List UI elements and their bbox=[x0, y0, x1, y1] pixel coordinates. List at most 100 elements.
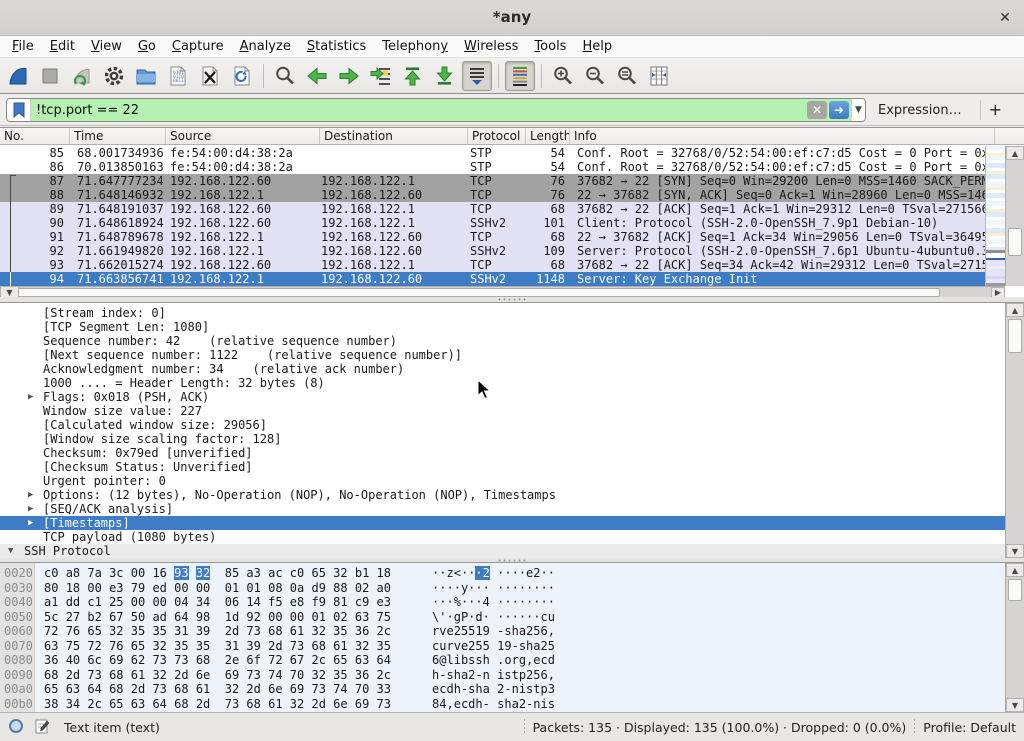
menu-item-capture[interactable]: Capture bbox=[164, 37, 232, 56]
column-header-source[interactable]: Source bbox=[166, 128, 320, 144]
filter-apply-icon[interactable]: ➜ bbox=[829, 101, 849, 119]
expand-icon[interactable]: ▶ bbox=[28, 502, 33, 516]
hex-row[interactable]: 0020c0 a8 7a 3c 00 16 93 32 85 a3 ac c0 … bbox=[0, 566, 1024, 581]
packet-row[interactable]: 9271.661949820192.168.122.1192.168.122.6… bbox=[0, 244, 1005, 258]
find-packet-icon[interactable] bbox=[270, 61, 300, 91]
hex-bytes[interactable]: 5c 27 b2 67 50 ad 64 98 1d 92 00 00 01 0… bbox=[44, 610, 391, 625]
filter-bookmark-icon[interactable] bbox=[7, 99, 31, 121]
expand-icon[interactable]: ▶ bbox=[28, 390, 33, 404]
menu-item-analyze[interactable]: Analyze bbox=[232, 37, 299, 56]
auto-scroll-icon[interactable] bbox=[462, 61, 492, 91]
packet-row[interactable]: 8568.001734936fe:54:00:d4:38:2aSTP54Conf… bbox=[0, 146, 1005, 160]
detail-line[interactable]: [Calculated window size: 29056] bbox=[0, 418, 1024, 432]
detail-line[interactable]: [Window size scaling factor: 128] bbox=[0, 432, 1024, 446]
expand-icon[interactable]: ▶ bbox=[28, 488, 33, 502]
scroll-up-icon[interactable]: ▲ bbox=[1006, 563, 1024, 577]
column-header-destination[interactable]: Destination bbox=[320, 128, 468, 144]
hex-vscrollbar[interactable]: ▲ ▼ bbox=[1005, 563, 1024, 712]
menu-item-tools[interactable]: Tools bbox=[526, 37, 574, 56]
go-last-icon[interactable] bbox=[430, 61, 460, 91]
scroll-down-icon[interactable]: ▼ bbox=[1006, 544, 1024, 558]
close-file-icon[interactable] bbox=[195, 61, 225, 91]
expand-icon[interactable]: ▶ bbox=[28, 516, 33, 530]
detail-line[interactable]: Acknowledgment number: 34 (relative ack … bbox=[0, 362, 1024, 376]
display-filter-input[interactable]: !tcp.port == 22 ✕ ➜ ▼ bbox=[6, 98, 866, 122]
menu-item-edit[interactable]: Edit bbox=[42, 37, 83, 56]
detail-line[interactable]: Urgent pointer: 0 bbox=[0, 474, 1024, 488]
hex-row[interactable]: 009068 2d 73 68 61 32 2d 6e 69 73 74 70 … bbox=[0, 668, 1024, 683]
detail-line[interactable]: ▼SSH Protocol bbox=[0, 544, 1024, 558]
hex-bytes[interactable]: 38 34 2c 65 63 64 68 2d 73 68 61 32 2d 6… bbox=[44, 697, 391, 712]
hex-ascii[interactable]: \'·gP·d· ······cu bbox=[432, 610, 555, 625]
go-to-packet-icon[interactable] bbox=[366, 61, 396, 91]
menu-item-file[interactable]: File bbox=[4, 37, 42, 56]
menu-item-go[interactable]: Go bbox=[130, 37, 164, 56]
close-icon[interactable]: ✕ bbox=[994, 7, 1016, 29]
status-profile[interactable]: Profile: Default bbox=[923, 720, 1016, 735]
expression-button[interactable]: Expression… bbox=[878, 103, 962, 118]
hex-row[interactable]: 0040a1 dd c1 25 00 00 04 34 06 14 f5 e8 … bbox=[0, 595, 1024, 610]
hex-row[interactable]: 006072 76 65 32 35 35 31 39 2d 73 68 61 … bbox=[0, 624, 1024, 639]
detail-line[interactable]: ▶[Timestamps] bbox=[0, 516, 1024, 530]
hex-bytes[interactable]: 80 18 00 e3 79 ed 00 00 01 01 08 0a d9 8… bbox=[44, 581, 391, 596]
packet-row[interactable]: 9471.663856741192.168.122.1192.168.122.6… bbox=[0, 272, 1005, 286]
menu-item-help[interactable]: Help bbox=[574, 37, 620, 56]
detail-line[interactable]: 1000 .... = Header Length: 32 bytes (8) bbox=[0, 376, 1024, 390]
start-capture-icon[interactable] bbox=[3, 61, 33, 91]
hex-ascii[interactable]: ····y··· ········ bbox=[432, 581, 555, 596]
detail-line[interactable]: ▶Options: (12 bytes), No-Operation (NOP)… bbox=[0, 488, 1024, 502]
column-header-length[interactable]: Length bbox=[526, 128, 570, 144]
menu-item-statistics[interactable]: Statistics bbox=[299, 37, 374, 56]
hex-ascii[interactable]: ecdh-sha 2-nistp3 bbox=[432, 682, 555, 697]
filter-clear-icon[interactable]: ✕ bbox=[807, 101, 827, 119]
expert-info-icon[interactable] bbox=[8, 718, 24, 737]
go-back-icon[interactable] bbox=[302, 61, 332, 91]
menu-item-wireless[interactable]: Wireless bbox=[456, 37, 526, 56]
scroll-up-icon[interactable]: ▲ bbox=[1006, 146, 1024, 160]
scrollbar-thumb[interactable] bbox=[1008, 579, 1022, 601]
column-header-time[interactable]: Time bbox=[70, 128, 166, 144]
menu-item-view[interactable]: View bbox=[83, 37, 130, 56]
zoom-original-icon[interactable] bbox=[612, 61, 642, 91]
menu-item-telephony[interactable]: Telephony bbox=[374, 37, 456, 56]
packet-list-vscrollbar[interactable]: ▲ bbox=[1005, 146, 1024, 286]
detail-line[interactable]: [TCP Segment Len: 1080] bbox=[0, 320, 1024, 334]
go-forward-icon[interactable] bbox=[334, 61, 364, 91]
hex-bytes[interactable]: 68 2d 73 68 61 32 2d 6e 69 73 74 70 32 3… bbox=[44, 668, 391, 683]
stop-capture-icon[interactable] bbox=[35, 61, 65, 91]
hex-bytes[interactable]: a1 dd c1 25 00 00 04 34 06 14 f5 e8 f9 8… bbox=[44, 595, 391, 610]
hex-ascii[interactable]: h-sha2-n istp256, bbox=[432, 668, 555, 683]
open-file-icon[interactable] bbox=[131, 61, 161, 91]
hex-ascii[interactable]: curve255 19-sha25 bbox=[432, 639, 555, 654]
scrollbar-thumb[interactable] bbox=[1008, 319, 1022, 353]
zoom-out-icon[interactable] bbox=[580, 61, 610, 91]
detail-line[interactable]: Checksum: 0x79ed [unverified] bbox=[0, 446, 1024, 460]
packet-row[interactable]: 8971.648191037192.168.122.60192.168.122.… bbox=[0, 202, 1005, 216]
reload-file-icon[interactable] bbox=[227, 61, 257, 91]
packet-row[interactable]: 9071.648618924192.168.122.60192.168.122.… bbox=[0, 216, 1005, 230]
hex-ascii[interactable]: ··z<···2 ····e2·· bbox=[432, 566, 555, 581]
detail-line[interactable]: Sequence number: 42 (relative sequence n… bbox=[0, 334, 1024, 348]
column-header-no[interactable]: No. bbox=[0, 128, 70, 144]
packet-row[interactable]: 9171.648789678192.168.122.1192.168.122.6… bbox=[0, 230, 1005, 244]
packet-row[interactable]: 8871.648146932192.168.122.1192.168.122.6… bbox=[0, 188, 1005, 202]
hex-ascii[interactable]: rve25519 -sha256, bbox=[432, 624, 555, 639]
filter-dropdown-icon[interactable]: ▼ bbox=[851, 99, 865, 121]
hex-row[interactable]: 007063 75 72 76 65 32 35 35 31 39 2d 73 … bbox=[0, 639, 1024, 654]
detail-line[interactable]: [Checksum Status: Unverified] bbox=[0, 460, 1024, 474]
go-first-icon[interactable] bbox=[398, 61, 428, 91]
capture-comment-icon[interactable] bbox=[34, 718, 50, 737]
capture-options-icon[interactable] bbox=[99, 61, 129, 91]
detail-line[interactable]: Window size value: 227 bbox=[0, 404, 1024, 418]
details-vscrollbar[interactable]: ▲ ▼ bbox=[1005, 303, 1024, 558]
hex-ascii[interactable]: 6@libssh .org,ecd bbox=[432, 653, 555, 668]
packet-list-minimap[interactable] bbox=[985, 146, 1005, 286]
zoom-in-icon[interactable] bbox=[548, 61, 578, 91]
detail-line[interactable]: ▶Flags: 0x018 (PSH, ACK) bbox=[0, 390, 1024, 404]
packet-row[interactable]: 8771.647777234192.168.122.60192.168.122.… bbox=[0, 174, 1005, 188]
scrollbar-thumb[interactable] bbox=[15, 288, 940, 297]
hex-bytes[interactable]: 63 75 72 76 65 32 35 35 31 39 2d 73 68 6… bbox=[44, 639, 391, 654]
detail-line[interactable]: TCP payload (1080 bytes) bbox=[0, 530, 1024, 544]
hex-bytes[interactable]: 36 40 6c 69 62 73 73 68 2e 6f 72 67 2c 6… bbox=[44, 653, 391, 668]
detail-line[interactable]: ▶[SEQ/ACK analysis] bbox=[0, 502, 1024, 516]
